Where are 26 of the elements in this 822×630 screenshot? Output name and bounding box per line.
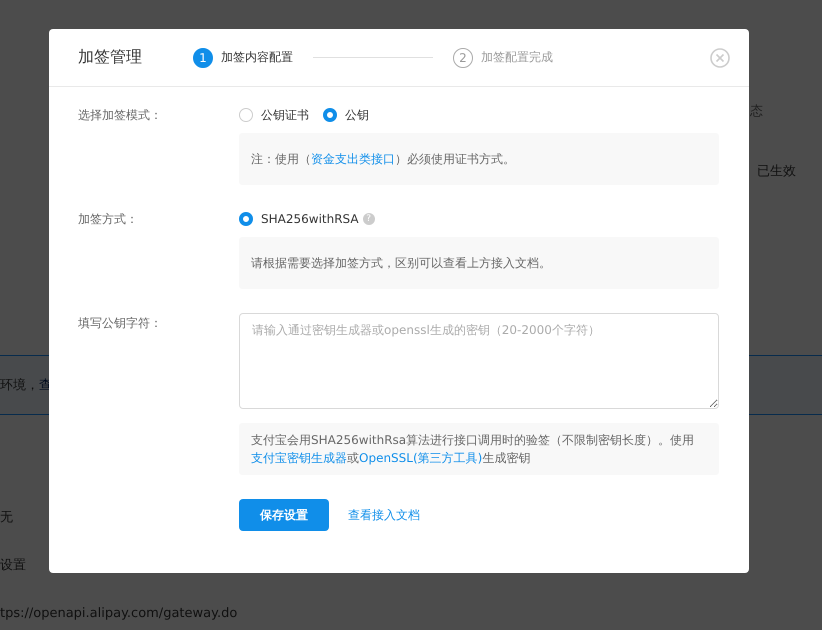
step-number: 1 xyxy=(193,48,213,68)
input-field[interactable]: 请输入通过密钥生成器或openssl生成的密钥（20-2000个字符） xyxy=(239,313,719,409)
radio-option[interactable]: 公钥证书 xyxy=(239,106,309,124)
docs-link[interactable]: 查看接入文档 xyxy=(348,506,420,524)
close-button[interactable] xyxy=(710,48,730,68)
note-text: 支付宝会用SHA256withRsa算法进行接口调用时的验签（不限制密钥长度）。使用 支付宝密钥生成器或OpenSSL(第三方工具)生成密钥 xyxy=(251,432,696,467)
status-text: 已生效 xyxy=(757,163,796,181)
link[interactable]: 资金支出类接口 xyxy=(311,152,395,166)
link[interactable]: 支付宝密钥生成器 xyxy=(251,451,347,465)
notice-text: 环境， xyxy=(0,377,39,394)
link[interactable]: OpenSSL(第三方工具) xyxy=(359,451,482,465)
radio-option[interactable]: SHA256withRSA xyxy=(239,212,359,226)
save-button[interactable]: 保存设置 xyxy=(239,499,329,531)
note-text: 注：使用（资金支出类接口）必须使用证书方式。 xyxy=(251,151,515,168)
step-label: 加签内容配置 xyxy=(221,49,293,66)
form-label: 加签方式： xyxy=(78,211,139,228)
gateway-url: tps://openapi.alipay.com/gateway.do xyxy=(0,605,238,623)
step-number: 2 xyxy=(453,48,473,68)
note-text: 请根据需要选择加签方式，区别可以查看上方接入文档。 xyxy=(251,255,551,272)
form-label: 选择加签模式： xyxy=(78,107,163,124)
step-label: 加签配置完成 xyxy=(481,49,553,66)
form-label: 填写公钥字符： xyxy=(78,315,163,332)
field-label: 设置 xyxy=(0,557,26,575)
dialog-title: 加签管理 xyxy=(78,47,143,68)
radio-option[interactable]: 公钥 xyxy=(323,106,369,124)
field-value: 无 xyxy=(0,509,13,527)
